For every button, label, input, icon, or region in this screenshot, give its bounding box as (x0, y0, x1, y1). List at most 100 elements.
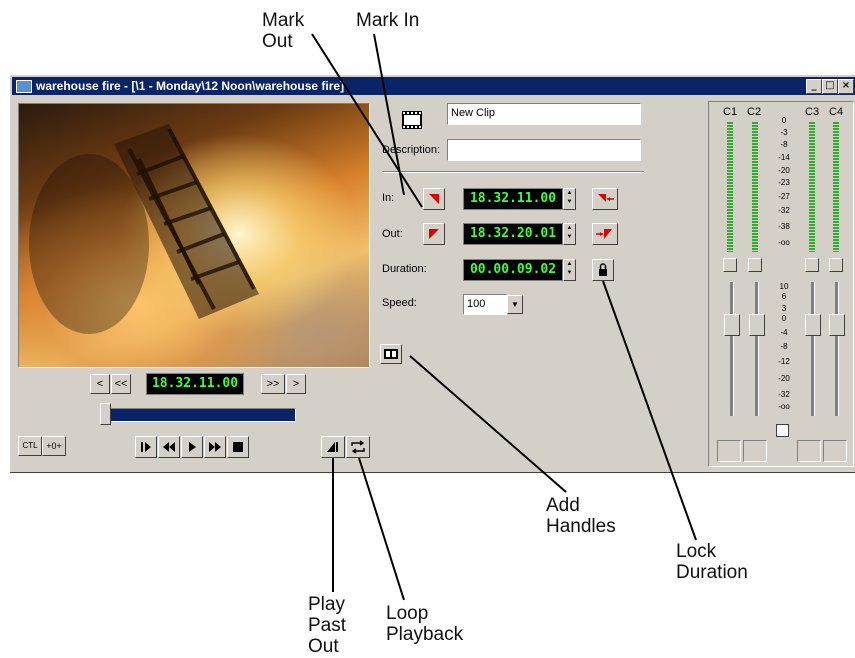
zero-button[interactable]: +0+ (42, 436, 66, 456)
fader-scale-9: -oo (778, 402, 790, 411)
mark-in-icon (429, 194, 439, 204)
clip-window: warehouse fire - [\1 - Monday\12 Noon\wa… (9, 74, 855, 473)
meter-scale-8: -38 (778, 222, 790, 231)
play-past-out-icon (327, 442, 338, 452)
clip-icon (399, 108, 427, 132)
callout-add-handles: Add Handles (546, 495, 616, 537)
duration-timecode[interactable]: 00.00.09.02 (463, 259, 563, 281)
lock-duration-button[interactable] (592, 259, 614, 281)
stop-button[interactable] (227, 436, 249, 458)
meter-scale-6: -27 (778, 192, 790, 201)
duration-label: Duration: (382, 263, 427, 275)
channel-assign-c3[interactable] (797, 440, 821, 462)
go-to-in-button[interactable] (592, 188, 618, 210)
add-handles-button[interactable] (380, 344, 402, 364)
play-past-out-button[interactable] (321, 436, 345, 458)
fader-track-c3 (811, 282, 815, 416)
play-step-icon (141, 442, 151, 452)
solo-button-c3[interactable] (805, 258, 819, 272)
video-preview[interactable] (18, 103, 370, 368)
window-icon (16, 80, 32, 93)
lock-icon (599, 263, 607, 276)
channel-label-c3: C3 (805, 106, 820, 118)
position-slider-track[interactable] (110, 408, 296, 422)
rewind-button[interactable] (158, 436, 180, 458)
meter-scale-4: -20 (778, 166, 790, 175)
fader-scale-6: -12 (778, 357, 790, 366)
rewind-icon (163, 442, 175, 452)
prev-frame-button[interactable]: < (90, 374, 110, 394)
mark-out-icon (429, 229, 439, 239)
video-frame-image (29, 124, 259, 334)
fast-forward-step-button[interactable]: >> (261, 374, 285, 394)
close-button[interactable]: × (838, 79, 854, 94)
play-step-button[interactable] (135, 436, 157, 458)
callout-lock-duration-line1: Lock (676, 541, 717, 562)
title-bar[interactable]: warehouse fire - [\1 - Monday\12 Noon\wa… (12, 77, 855, 95)
fader-track-c4 (835, 282, 839, 416)
rewind-step-button[interactable]: << (111, 374, 131, 394)
solo-button-c4[interactable] (829, 258, 843, 272)
callout-loop-playback-line1: Loop (386, 603, 429, 624)
clip-name-field[interactable]: New Clip (447, 103, 641, 125)
fader-scale-2: 3 (781, 304, 787, 313)
minimize-button[interactable]: _ (806, 79, 822, 94)
loop-playback-button[interactable] (346, 436, 370, 458)
callout-mark-out: Mark Out (262, 10, 304, 52)
mark-out-button[interactable] (423, 223, 445, 245)
current-timecode[interactable]: 18.32.11.00 (146, 373, 244, 395)
fader-c4[interactable] (829, 314, 845, 336)
description-label: Description: (382, 144, 441, 156)
description-field[interactable] (447, 139, 641, 161)
callout-mark-out-line2: Out (262, 31, 293, 52)
fast-forward-button[interactable] (204, 436, 226, 458)
channel-assign-c2[interactable] (743, 440, 767, 462)
meter-scale-5: -23 (778, 178, 790, 187)
fader-scale-1: 6 (781, 292, 787, 301)
window-title: warehouse fire - [\1 - Monday\12 Noon\wa… (36, 79, 345, 93)
meter-scale-2: -8 (780, 140, 788, 149)
callout-loop-playback-line2: Playback (386, 624, 464, 645)
solo-button-c1[interactable] (723, 258, 737, 272)
callout-lock-duration-line2: Duration (676, 562, 748, 583)
callout-mark-out-line1: Mark (262, 10, 305, 31)
fader-c1[interactable] (724, 314, 740, 336)
speed-dropdown-button[interactable]: ▼ (507, 295, 523, 314)
go-to-out-button[interactable] (592, 223, 618, 245)
mark-in-button[interactable] (423, 188, 445, 210)
play-icon (189, 442, 196, 452)
position-slider-thumb[interactable] (100, 403, 111, 425)
solo-button-c2[interactable] (748, 258, 762, 272)
meter-scale-0: 0 (781, 116, 787, 125)
callout-play-past-out-line3: Out (308, 636, 339, 657)
fader-c2[interactable] (749, 314, 765, 336)
level-meter-c3 (809, 122, 815, 252)
meter-scale-3: -14 (778, 153, 790, 162)
next-frame-button[interactable]: > (286, 374, 306, 394)
go-to-in-icon (598, 194, 614, 202)
channel-assign-c4[interactable] (823, 440, 847, 462)
callout-play-past-out: Play Past Out (308, 594, 346, 657)
in-timecode[interactable]: 18.32.11.00 (463, 188, 563, 210)
leader-loop-playback (358, 457, 405, 601)
out-timecode[interactable]: 18.32.20.01 (463, 223, 563, 245)
fader-scale-8: -32 (778, 390, 790, 399)
stop-icon (233, 442, 243, 452)
divider (382, 171, 644, 173)
chevron-down-icon: ▼ (511, 300, 519, 309)
fader-c3[interactable] (805, 314, 821, 336)
duration-spinner[interactable]: ▲ ▼ (563, 259, 576, 281)
out-spinner[interactable]: ▲ ▼ (563, 223, 576, 245)
out-label: Out: (382, 228, 403, 240)
link-checkbox[interactable] (776, 424, 789, 437)
ctl-button[interactable]: CTL (18, 436, 42, 456)
channel-label-c4: C4 (829, 106, 844, 118)
in-spinner[interactable]: ▲ ▼ (563, 188, 576, 210)
fader-scale-0: 10 (779, 282, 789, 291)
play-button[interactable] (181, 436, 203, 458)
film-icon (402, 111, 422, 129)
add-handles-icon (384, 349, 398, 359)
channel-assign-c1[interactable] (717, 440, 741, 462)
maximize-button[interactable]: □ (822, 79, 838, 94)
speed-select[interactable]: 100 (463, 294, 507, 315)
